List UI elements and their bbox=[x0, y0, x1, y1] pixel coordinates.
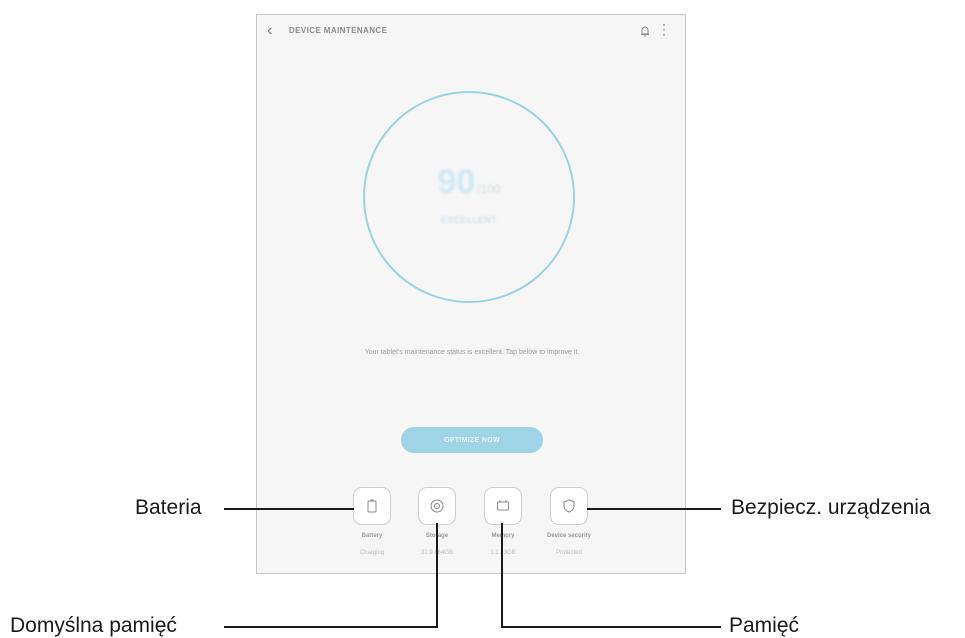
leader-line-memory-vertical bbox=[501, 523, 503, 627]
device-screen: ‹ DEVICE MAINTENANCE ⋮ 90/100 EXCELLENT … bbox=[256, 14, 686, 574]
battery-icon bbox=[367, 499, 377, 513]
memory-label: Memory bbox=[468, 533, 538, 539]
leader-line-storage-vertical bbox=[436, 523, 438, 627]
device-security-value: Protected bbox=[556, 550, 582, 556]
callout-memory: Pamięć bbox=[729, 614, 800, 637]
callout-storage: Domyślna pamięć bbox=[10, 614, 177, 637]
score-ring: 90/100 EXCELLENT bbox=[363, 91, 575, 303]
device-security-label: Device security bbox=[546, 533, 592, 539]
score-unit: /100 bbox=[477, 182, 501, 196]
battery-label: Battery bbox=[361, 533, 383, 539]
status-message: Your tablet's maintenance status is exce… bbox=[364, 349, 580, 356]
score-display: 90/100 bbox=[365, 163, 573, 202]
leader-line-storage-horizontal bbox=[224, 626, 438, 628]
memory-icon bbox=[497, 500, 509, 511]
storage-icon bbox=[430, 499, 444, 513]
memory-tile[interactable] bbox=[484, 487, 522, 525]
app-bar: ‹ DEVICE MAINTENANCE ⋮ bbox=[257, 15, 685, 49]
battery-value: Charging bbox=[359, 550, 385, 556]
memory-value: 1.1 / 3GB bbox=[490, 550, 516, 556]
battery-tile[interactable] bbox=[353, 487, 391, 525]
chevron-left-icon[interactable]: ‹ bbox=[267, 22, 272, 40]
leader-line-memory-horizontal bbox=[501, 626, 721, 628]
optimize-now-button[interactable]: OPTIMIZE NOW bbox=[401, 427, 543, 453]
leader-line-device-security bbox=[587, 508, 721, 510]
score-value: 90 bbox=[437, 163, 476, 201]
bell-icon[interactable] bbox=[639, 24, 651, 38]
page-title: DEVICE MAINTENANCE bbox=[289, 26, 388, 35]
storage-tile[interactable] bbox=[418, 487, 456, 525]
shield-icon bbox=[563, 499, 575, 513]
more-vertical-icon[interactable]: ⋮ bbox=[657, 22, 671, 36]
device-security-tile[interactable] bbox=[550, 487, 588, 525]
callout-device-security: Bezpiecz. urządzenia bbox=[731, 496, 931, 519]
leader-line-battery bbox=[224, 508, 354, 510]
callout-battery: Bateria bbox=[135, 496, 202, 519]
score-status: EXCELLENT bbox=[440, 215, 498, 225]
